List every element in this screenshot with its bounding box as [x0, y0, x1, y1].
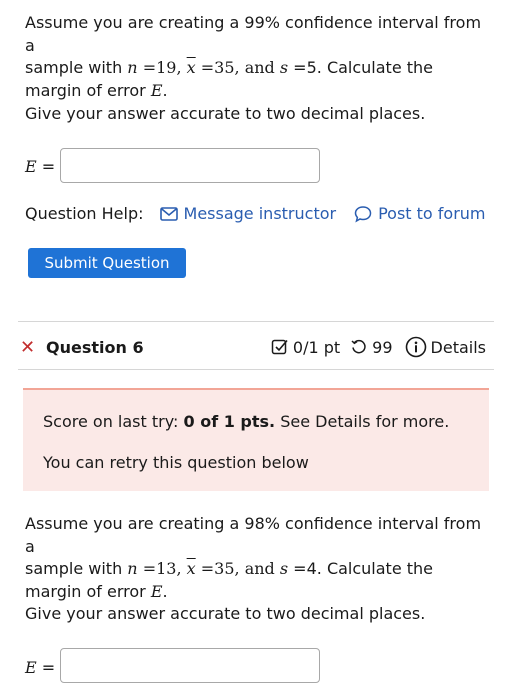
- last-try-score: Score on last try: 0 of 1 pts. See Detai…: [43, 412, 450, 431]
- question-6-prompt: Assume you are creating a 98% confidence…: [25, 514, 482, 601]
- x-mark-icon: ✕: [20, 336, 36, 358]
- answer-input[interactable]: [60, 148, 320, 183]
- info-icon: [405, 336, 426, 358]
- retries-indicator: 99: [350, 338, 393, 357]
- divider: [18, 321, 494, 322]
- message-instructor-link[interactable]: Message instructor: [159, 203, 336, 225]
- question-help: Question Help: Message instructor Post t…: [25, 203, 486, 225]
- details-button[interactable]: Details: [405, 336, 486, 358]
- question-6-header: ✕ Question 6 0/1 pt 99 Details: [20, 334, 486, 360]
- checkbox-icon: [271, 339, 288, 355]
- question-5-instructions: Give your answer accurate to two decimal…: [25, 104, 426, 123]
- envelope-icon: [159, 207, 178, 221]
- submit-question-button[interactable]: Submit Question: [28, 248, 186, 278]
- answer-input[interactable]: [60, 648, 320, 683]
- speech-bubble-icon: [354, 206, 372, 223]
- answer-label: E =: [25, 157, 56, 176]
- answer-label: E =: [25, 658, 56, 677]
- score-alert: Score on last try: 0 of 1 pts. See Detai…: [23, 388, 489, 491]
- question-5-prompt: Assume you are creating a 99% confidence…: [25, 13, 482, 100]
- question-6-title: Question 6: [46, 337, 144, 357]
- score-indicator: 0/1 pt: [271, 338, 340, 357]
- retry-message: You can retry this question below: [43, 453, 309, 472]
- retry-icon: [351, 339, 366, 354]
- question-6-instructions: Give your answer accurate to two decimal…: [25, 604, 426, 623]
- divider: [18, 369, 494, 370]
- post-to-forum-link[interactable]: Post to forum: [354, 203, 486, 225]
